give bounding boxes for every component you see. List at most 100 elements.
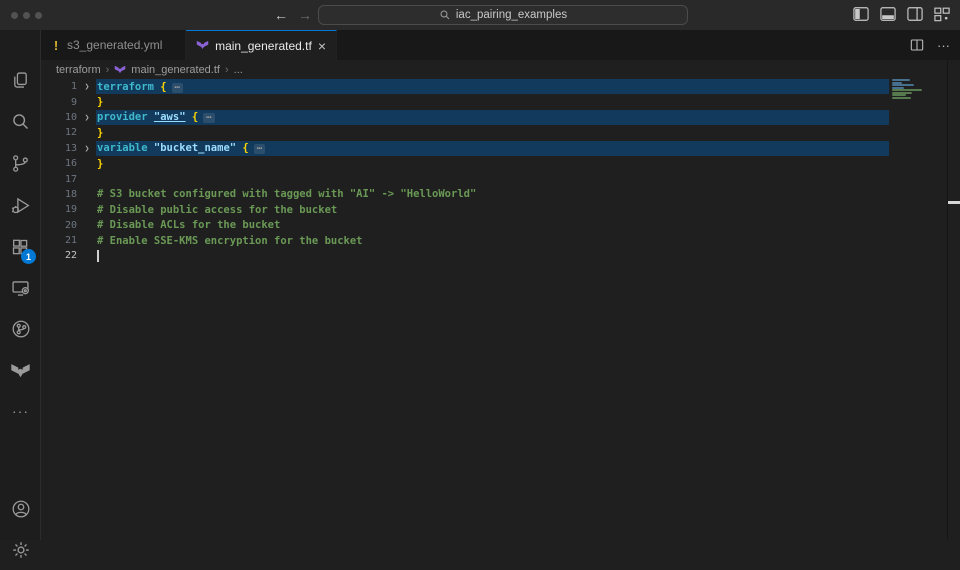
search-view-icon[interactable] <box>0 101 41 141</box>
folded-region-marker[interactable]: ⋯ <box>254 144 265 154</box>
run-debug-icon[interactable] <box>0 185 41 225</box>
remote-explorer-icon[interactable] <box>0 268 41 308</box>
breadcrumb-separator-icon: › <box>225 64 229 76</box>
code-line[interactable]: 20 # Disable ACLs for the bucket <box>41 218 960 233</box>
title-bar: ← → iac_pairing_examples <box>0 0 960 30</box>
terraform-file-icon <box>196 38 209 53</box>
gitlens-icon[interactable] <box>0 309 41 349</box>
token-comment: # S3 bucket configured with tagged with … <box>97 188 476 200</box>
split-editor-icon[interactable] <box>909 37 925 53</box>
code-text: # Disable ACLs for the bucket <box>97 219 280 231</box>
breadcrumb-file[interactable]: main_generated.tf <box>131 64 220 76</box>
line-number: 1 <box>41 81 77 92</box>
minimap-line <box>892 84 914 86</box>
token-brace: } <box>97 127 103 139</box>
code-text: # Disable public access for the bucket <box>97 204 337 216</box>
code-line[interactable]: 13❯variable "bucket_name" {⋯ <box>41 141 960 156</box>
editor-more-actions-icon[interactable]: ··· <box>937 38 950 53</box>
customize-layout-icon[interactable] <box>932 4 952 24</box>
token-kw: provider <box>97 111 154 123</box>
extensions-badge: 1 <box>21 249 36 264</box>
code-line[interactable]: 10❯provider "aws" { ⋯ <box>41 110 960 125</box>
minimap-line <box>892 97 911 99</box>
minimap-line <box>892 89 922 91</box>
yaml-file-icon: ! <box>51 38 61 53</box>
code-text: } <box>97 127 103 139</box>
toggle-secondary-sidebar-icon[interactable] <box>905 4 925 24</box>
token-brace: } <box>97 96 103 108</box>
code-line[interactable]: 19# Disable public access for the bucket <box>41 202 960 217</box>
navigate-forward-icon[interactable]: → <box>295 0 315 30</box>
folded-region-marker[interactable]: ⋯ <box>172 83 183 93</box>
activity-bar: 1 ··· <box>0 30 41 540</box>
editor-tab-bar: ! s3_generated.yml main_generated.tf × ·… <box>41 30 960 60</box>
minimap[interactable] <box>890 79 947 199</box>
breadcrumb-folder[interactable]: terraform <box>56 64 101 76</box>
window-minimize-button[interactable] <box>23 12 30 19</box>
code-line[interactable]: 18 # S3 bucket configured with tagged wit… <box>41 187 960 202</box>
tab-close-icon[interactable]: × <box>318 39 326 53</box>
code-lines: 1❯terraform {⋯9}10❯provider "aws" {⋯12}1… <box>41 79 960 264</box>
fold-chevron-icon[interactable]: ❯ <box>77 113 97 122</box>
code-text: terraform { ⋯ <box>97 81 183 93</box>
token-brace: { <box>192 111 198 123</box>
line-number: 13 <box>41 143 77 154</box>
minimap-line <box>892 94 906 96</box>
toggle-primary-sidebar-icon[interactable] <box>851 4 871 24</box>
code-line[interactable]: 16} <box>41 156 960 171</box>
token-comment: # Disable public access for the bucket <box>97 204 337 216</box>
code-text: variable "bucket_name" {⋯ <box>97 142 265 154</box>
code-text: } <box>97 158 103 170</box>
source-control-icon[interactable] <box>0 143 41 183</box>
extensions-icon[interactable]: 1 <box>0 227 41 267</box>
code-editor[interactable]: 1❯terraform {⋯9}10❯provider "aws" {⋯12}1… <box>41 79 960 540</box>
tab-label: main_generated.tf <box>215 39 312 53</box>
code-line[interactable]: 21# Enable SSE-KMS encryption for the bu… <box>41 233 960 248</box>
line-number: 12 <box>41 127 77 138</box>
explorer-icon[interactable] <box>0 60 41 100</box>
fold-chevron-icon[interactable]: ❯ <box>77 144 97 153</box>
code-line[interactable]: 17 <box>41 171 960 186</box>
window-maximize-button[interactable] <box>35 12 42 19</box>
line-number: 20 <box>41 220 77 231</box>
line-number: 18 <box>41 189 77 200</box>
toggle-panel-icon[interactable] <box>878 4 898 24</box>
search-icon <box>439 9 451 21</box>
code-text: # Enable SSE-KMS encryption for the buck… <box>97 235 363 247</box>
terraform-view-icon[interactable] <box>0 351 41 391</box>
command-center-search[interactable]: iac_pairing_examples <box>318 5 688 25</box>
token-kw: variable <box>97 142 154 154</box>
code-text: # S3 bucket configured with tagged with … <box>97 188 476 200</box>
code-line[interactable]: 22 <box>41 248 960 263</box>
token-link: "aws" <box>154 111 186 123</box>
code-line[interactable]: 12} <box>41 125 960 140</box>
text-cursor <box>97 250 99 263</box>
code-text <box>97 250 99 263</box>
line-number: 10 <box>41 112 77 123</box>
code-line[interactable]: 1❯terraform { ⋯ <box>41 79 960 94</box>
token-brace: } <box>97 158 103 170</box>
fold-chevron-icon[interactable]: ❯ <box>77 82 97 91</box>
token-str: "bucket_name" <box>154 142 236 154</box>
navigate-back-icon[interactable]: ← <box>271 0 291 30</box>
breadcrumb-symbol[interactable]: ... <box>234 64 243 76</box>
minimap-line <box>892 79 910 81</box>
code-text: } <box>97 96 103 108</box>
line-number: 22 <box>41 250 77 261</box>
overview-ruler-cursor-marker <box>948 201 960 204</box>
settings-gear-icon[interactable] <box>0 530 41 570</box>
additional-views-icon[interactable]: ··· <box>0 391 41 431</box>
token-comment: # Disable ACLs for the bucket <box>97 219 280 231</box>
token-brace: { <box>160 81 166 93</box>
token-kw: terraform <box>97 81 160 93</box>
code-line[interactable]: 9} <box>41 94 960 109</box>
command-center-text: iac_pairing_examples <box>456 9 567 21</box>
tab-main-generated-tf[interactable]: main_generated.tf × <box>186 30 337 60</box>
line-number: 16 <box>41 158 77 169</box>
line-number: 9 <box>41 97 77 108</box>
tab-s3-generated-yml[interactable]: ! s3_generated.yml <box>41 30 186 60</box>
folded-region-marker[interactable]: ⋯ <box>203 113 214 123</box>
window-close-button[interactable] <box>11 12 18 19</box>
accounts-icon[interactable] <box>0 489 41 529</box>
terraform-file-icon <box>114 64 126 76</box>
